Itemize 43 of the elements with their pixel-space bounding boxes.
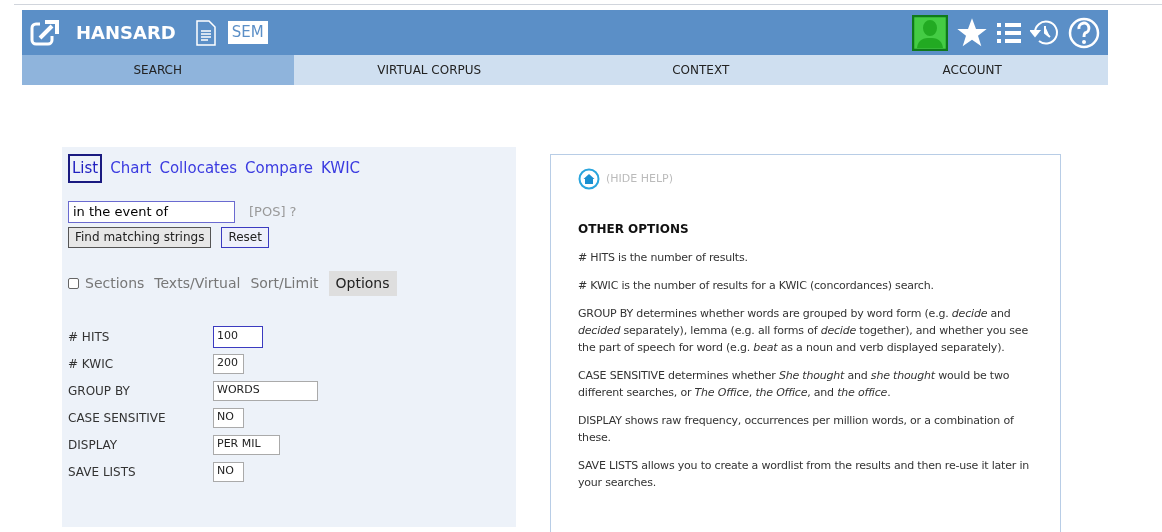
sections-checkbox[interactable]	[68, 277, 79, 289]
nav-tab[interactable]: SEARCH	[22, 55, 294, 85]
option-label: # KWIC	[68, 355, 115, 373]
option-label: CASE SENSITIVE	[68, 409, 167, 427]
section-tab[interactable]: Sections	[85, 270, 145, 296]
help-icon[interactable]	[1068, 16, 1100, 49]
find-button[interactable]: Find matching strings	[68, 226, 212, 248]
reset-button[interactable]: Reset	[221, 226, 269, 248]
option-dropdown[interactable]: WORDS	[213, 380, 318, 401]
option-label: # HITS	[68, 328, 111, 346]
app-title: HANSARD	[76, 21, 176, 45]
section-tab[interactable]: Sort/Limit	[250, 270, 319, 296]
list-icon[interactable]	[996, 21, 1022, 44]
home-icon[interactable]	[578, 168, 600, 190]
option-dropdown[interactable]: 200	[213, 353, 244, 374]
search-mode-tab[interactable]: Compare	[245, 154, 314, 183]
help-paragraph: # KWIC is the number of results for a KWIC (concordances) search.	[578, 278, 935, 294]
help-paragraph: SAVE LISTS allows you to create a wordlist from the results and then re-use it later in your searches.	[578, 458, 1030, 491]
section-tab[interactable]: Texts/Virtual	[154, 270, 241, 296]
option-label: GROUP BY	[68, 382, 131, 400]
help-paragraph: CASE SENSITIVE determines whether She thought and she thought would be two different searches, or The Office, the Office, and the office.	[578, 368, 1011, 401]
option-dropdown[interactable]: 100	[213, 325, 263, 348]
option-label: DISPLAY	[68, 436, 119, 454]
help-heading: OTHER OPTIONS	[578, 221, 690, 238]
search-mode-tab[interactable]: KWIC	[321, 154, 361, 183]
nav-tab[interactable]: CONTEXT	[565, 55, 837, 85]
help-paragraph: # HITS is the number of results.	[578, 250, 749, 266]
option-dropdown[interactable]: NO	[213, 461, 244, 482]
option-dropdown[interactable]: PER MIL	[213, 434, 280, 455]
search-mode-tab[interactable]: Collocates	[159, 154, 237, 183]
section-tab[interactable]: Options	[328, 270, 397, 296]
nav-tab[interactable]: VIRTUAL CORPUS	[293, 55, 565, 85]
search-mode-tab[interactable]: List	[68, 154, 103, 183]
nav-tab[interactable]: ACCOUNT	[836, 55, 1108, 85]
help-paragraph: GROUP BY determines whether words are grouped by word form (e.g. decide and decided separately), lemma (e.g. all forms of decide together), and whether you see the part of speech for word (e.g. beat as a noun and verb displayed separately).	[578, 306, 1029, 356]
external-link-icon[interactable]	[30, 17, 60, 48]
help-paragraph: DISPLAY shows raw frequency, occurrences per million words, or a combination of these.	[578, 413, 1015, 446]
document-icon[interactable]	[195, 19, 216, 46]
user-icon[interactable]	[912, 14, 948, 51]
option-dropdown[interactable]: NO	[213, 407, 244, 428]
option-label: SAVE LISTS	[68, 463, 137, 481]
search-field[interactable]: in the event of	[68, 200, 235, 223]
search-mode-tab[interactable]: Chart	[110, 154, 152, 183]
